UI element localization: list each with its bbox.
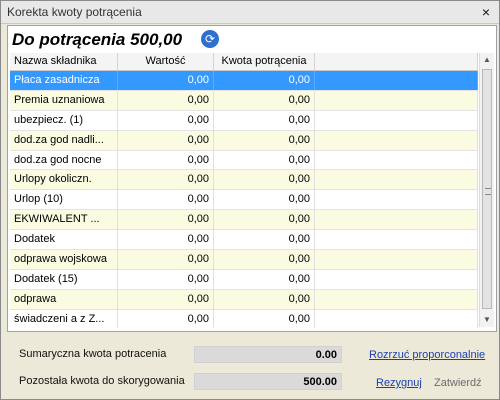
components-table: Nazwa składnika Wartość Kwota potrącenia… [10, 53, 478, 328]
remaining-amount-value: 500.00 [194, 373, 342, 390]
cell-filler [315, 269, 478, 289]
cell-deduction[interactable]: 0,00 [214, 230, 315, 250]
table-row[interactable]: odprawa 0,00 0,00 [10, 289, 478, 310]
cell-deduction[interactable]: 0,00 [214, 150, 315, 170]
cell-value[interactable]: 0,00 [118, 190, 214, 210]
cell-filler [315, 309, 478, 328]
cell-name[interactable]: EKWIWALENT ... [10, 210, 118, 230]
cell-name[interactable]: Urlop (10) [10, 190, 118, 210]
column-header-filler [315, 53, 478, 70]
cell-value[interactable]: 0,00 [118, 250, 214, 269]
cell-value[interactable]: 0,00 [118, 269, 214, 289]
scrollbar-thumb[interactable] [482, 69, 492, 309]
title-bar[interactable]: Korekta kwoty potrącenia × [1, 1, 499, 24]
dialog-window: Korekta kwoty potrącenia × Do potrącenia… [0, 0, 500, 400]
table-row[interactable]: Dodatek 0,00 0,00 [10, 230, 478, 251]
refresh-icon[interactable]: ⟳ [201, 30, 219, 48]
cell-name[interactable]: Dodatek (15) [10, 269, 118, 289]
deduction-panel: Do potrącenia 500,00 ⟳ Nazwa składnika W… [7, 25, 497, 332]
cell-value[interactable]: 0,00 [118, 150, 214, 170]
cancel-link[interactable]: Rezygnuj [376, 377, 422, 389]
cell-filler [315, 130, 478, 150]
table-row[interactable]: Urlopy okoliczn. 0,00 0,00 [10, 170, 478, 191]
cell-name[interactable]: ubezpiecz. (1) [10, 110, 118, 130]
distribute-proportionally-link[interactable]: Rozrzuć proporconalnie [369, 349, 485, 361]
cell-name[interactable]: Płaca zasadnicza [10, 71, 118, 90]
cell-filler [315, 210, 478, 230]
scroll-down-arrow-icon[interactable]: ▼ [480, 313, 494, 327]
cell-deduction[interactable]: 0,00 [214, 130, 315, 150]
cell-deduction[interactable]: 0,00 [214, 190, 315, 210]
cell-filler [315, 250, 478, 269]
cell-value[interactable]: 0,00 [118, 309, 214, 328]
cell-filler [315, 170, 478, 190]
cell-value[interactable]: 0,00 [118, 110, 214, 130]
cell-value[interactable]: 0,00 [118, 230, 214, 250]
remaining-amount-label: Pozostała kwota do skorygowania [19, 375, 185, 387]
confirm-link[interactable]: Zatwierdź [434, 377, 482, 389]
grip-icon [485, 188, 491, 195]
table-row[interactable]: Płaca zasadnicza 0,00 0,00 [10, 71, 478, 91]
cell-value[interactable]: 0,00 [118, 170, 214, 190]
column-header-deduction[interactable]: Kwota potrącenia [214, 53, 315, 70]
cell-filler [315, 150, 478, 170]
cell-deduction[interactable]: 0,00 [214, 110, 315, 130]
table-row[interactable]: EKWIWALENT ... 0,00 0,00 [10, 210, 478, 231]
cell-name[interactable]: dod.za god nadli... [10, 130, 118, 150]
table-row[interactable]: ubezpiecz. (1) 0,00 0,00 [10, 110, 478, 131]
table-row[interactable]: świadczeni a z Z... 0,00 0,00 [10, 309, 478, 328]
window-title: Korekta kwoty potrącenia [7, 5, 142, 19]
table-row[interactable]: Premia uznaniowa 0,00 0,00 [10, 90, 478, 111]
table-body: Płaca zasadnicza 0,00 0,00 Premia uznaniowa… [10, 71, 478, 328]
cell-deduction[interactable]: 0,00 [214, 289, 315, 309]
cell-filler [315, 230, 478, 250]
scroll-up-arrow-icon[interactable]: ▲ [480, 53, 494, 67]
table-row[interactable]: Dodatek (15) 0,00 0,00 [10, 269, 478, 290]
cell-name[interactable]: Premia uznaniowa [10, 90, 118, 110]
cell-deduction[interactable]: 0,00 [214, 210, 315, 230]
cell-value[interactable]: 0,00 [118, 130, 214, 150]
cell-name[interactable]: Dodatek [10, 230, 118, 250]
table-row[interactable]: odprawa wojskowa 0,00 0,00 [10, 250, 478, 270]
cell-name[interactable]: odprawa [10, 289, 118, 309]
deduction-heading: Do potrącenia 500,00 [12, 30, 183, 49]
cell-value[interactable]: 0,00 [118, 90, 214, 110]
cell-name[interactable]: dod.za god nocne [10, 150, 118, 170]
table-row[interactable]: dod.za god nadli... 0,00 0,00 [10, 130, 478, 151]
cell-filler [315, 289, 478, 309]
cell-name[interactable]: odprawa wojskowa [10, 250, 118, 269]
cell-deduction[interactable]: 0,00 [214, 71, 315, 90]
cell-filler [315, 190, 478, 210]
total-deduction-label: Sumaryczna kwota potracenia [19, 348, 167, 360]
cell-filler [315, 90, 478, 110]
table-row[interactable]: dod.za god nocne 0,00 0,00 [10, 150, 478, 171]
cell-deduction[interactable]: 0,00 [214, 250, 315, 269]
cell-deduction[interactable]: 0,00 [214, 269, 315, 289]
cell-name[interactable]: Urlopy okoliczn. [10, 170, 118, 190]
column-header-name[interactable]: Nazwa składnika [10, 53, 118, 70]
cell-value[interactable]: 0,00 [118, 210, 214, 230]
cell-deduction[interactable]: 0,00 [214, 170, 315, 190]
cell-name[interactable]: świadczeni a z Z... [10, 309, 118, 328]
total-deduction-value: 0.00 [194, 346, 342, 363]
vertical-scrollbar[interactable]: ▲ ▼ [479, 53, 494, 327]
close-button[interactable]: × [479, 5, 493, 19]
cell-value[interactable]: 0,00 [118, 71, 214, 90]
cell-filler [315, 71, 478, 90]
cell-deduction[interactable]: 0,00 [214, 309, 315, 328]
column-header-value[interactable]: Wartość [118, 53, 214, 70]
table-row[interactable]: Urlop (10) 0,00 0,00 [10, 190, 478, 211]
cell-filler [315, 110, 478, 130]
cell-deduction[interactable]: 0,00 [214, 90, 315, 110]
table-header: Nazwa składnika Wartość Kwota potrącenia [10, 53, 478, 71]
cell-value[interactable]: 0,00 [118, 289, 214, 309]
